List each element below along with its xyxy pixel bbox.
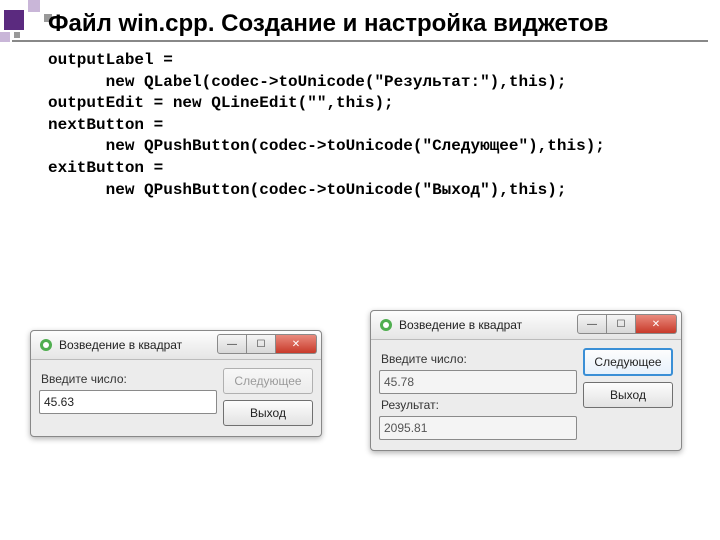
code-line: new QLabel(codec->toUnicode("Результат:"… [48,73,566,91]
exit-button[interactable]: Выход [223,400,313,426]
minimize-button[interactable]: — [217,334,247,354]
app-icon [379,318,393,332]
window-title: Возведение в квадрат [399,318,522,332]
minimize-button[interactable]: — [577,314,607,334]
window-title: Возведение в квадрат [59,338,182,352]
titlebar[interactable]: Возведение в квадрат — ☐ ✕ [371,311,681,340]
code-line: outputEdit = new QLineEdit("",this); [48,94,394,112]
next-button[interactable]: Следующее [223,368,313,394]
titlebar[interactable]: Возведение в квадрат — ☐ ✕ [31,331,321,360]
code-line: new QPushButton(codec->toUnicode("Выход"… [48,181,566,199]
close-button[interactable]: ✕ [276,334,317,354]
exit-button[interactable]: Выход [583,382,673,408]
maximize-icon: ☐ [257,339,266,350]
input-label: Введите число: [381,352,577,366]
slide-title: Файл win.cpp. Создание и настройка видже… [48,10,608,38]
code-line: exitButton = [48,159,163,177]
result-label: Результат: [381,398,577,412]
window-controls: — ☐ ✕ [577,314,677,334]
code-line: new QPushButton(codec->toUnicode("Следую… [48,137,605,155]
result-output: 2095.81 [379,416,577,440]
window-controls: — ☐ ✕ [217,334,317,354]
demo-window-input-only: Возведение в квадрат — ☐ ✕ Введите число… [30,330,322,437]
code-line: nextButton = [48,116,163,134]
number-input[interactable]: 45.63 [39,390,217,414]
number-input[interactable]: 45.78 [379,370,577,394]
demo-window-with-result: Возведение в квадрат — ☐ ✕ Введите число… [370,310,682,451]
code-line: outputLabel = [48,51,173,69]
minimize-icon: — [227,339,237,350]
next-button[interactable]: Следующее [583,348,673,376]
close-button[interactable]: ✕ [636,314,677,334]
app-icon [39,338,53,352]
code-block: outputLabel = new QLabel(codec->toUnicod… [48,50,605,201]
close-icon: ✕ [292,339,300,350]
close-icon: ✕ [652,319,660,330]
minimize-icon: — [587,319,597,330]
maximize-icon: ☐ [617,319,626,330]
window-body: Введите число: 45.63 Следующее Выход [31,360,321,436]
maximize-button[interactable]: ☐ [247,334,276,354]
title-underline [12,40,708,42]
window-body: Введите число: 45.78 Результат: 2095.81 … [371,340,681,450]
input-label: Введите число: [41,372,217,386]
maximize-button[interactable]: ☐ [607,314,636,334]
